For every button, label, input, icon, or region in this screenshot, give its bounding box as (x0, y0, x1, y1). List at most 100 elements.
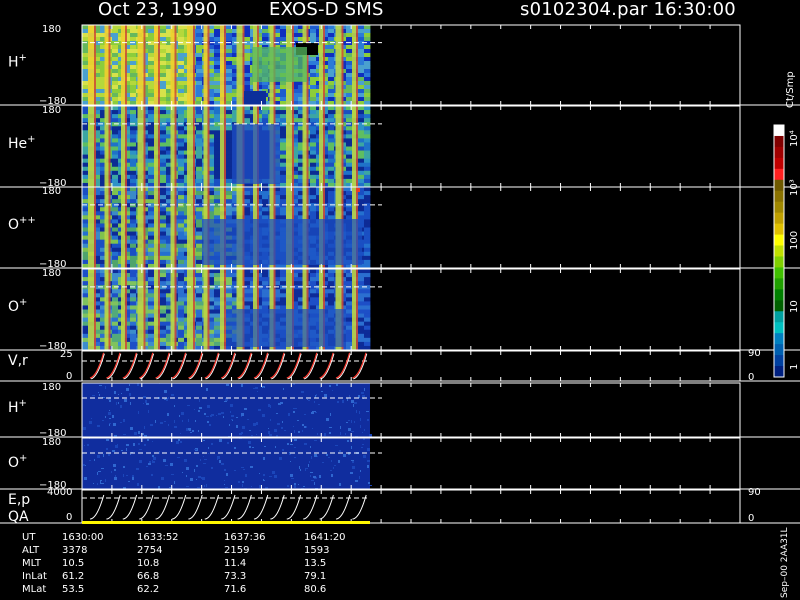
heatmap-cell (310, 29, 317, 34)
mini-cell (245, 474, 247, 477)
heatmap-cell (160, 301, 167, 306)
heatmap-cell (112, 215, 119, 220)
heatmap-cell (112, 223, 119, 228)
heatmap-cell (364, 251, 371, 257)
heatmap-cell (148, 187, 155, 192)
heatmap-cell (262, 269, 269, 274)
heatmap-cell (364, 313, 371, 318)
heatmap-cell (280, 138, 287, 143)
mini-cell (294, 439, 297, 441)
colorbar-segment (774, 366, 784, 378)
heatmap-cell (364, 207, 371, 212)
heatmap-cell (328, 130, 335, 135)
heatmap-cell (244, 29, 251, 34)
heatmap-cell (130, 154, 137, 160)
heatmap-cell (262, 203, 269, 208)
heatmap-cell (130, 251, 137, 257)
mini-cell (159, 451, 160, 454)
mini-cell (112, 450, 115, 452)
mini-cell (186, 486, 189, 487)
heatmap-cell (226, 154, 233, 160)
heatmap-cell (160, 207, 167, 212)
heatmap-cell (262, 195, 269, 200)
heatmap-cell (82, 277, 89, 282)
heatmap-cell (262, 114, 269, 119)
heatmap-cell (244, 211, 251, 216)
heatmap-cell (244, 203, 251, 208)
heatmap-cell (244, 45, 251, 50)
mini-cell (296, 408, 297, 409)
heatmap-cell (364, 29, 371, 34)
heatmap-cell (112, 138, 119, 143)
heatmap-cell (148, 329, 155, 335)
mini-cell (153, 457, 156, 460)
heatmap-cell (214, 293, 221, 298)
heatmap-cell (160, 25, 167, 30)
heatmap-cell (178, 178, 185, 184)
mini-cell (304, 426, 306, 428)
heatmap-cell (364, 195, 371, 200)
heatmap-cell (82, 321, 89, 327)
heatmap-cell (346, 333, 353, 339)
heatmap-cell (244, 187, 251, 192)
heatmap-stripe-edge (143, 187, 146, 268)
heatmap-stripe (319, 25, 323, 105)
heatmap-cell (82, 285, 89, 290)
heatmap-cell (196, 73, 203, 78)
ep-right-bottom: 0 (748, 513, 754, 524)
heatmap-cell (280, 203, 287, 208)
heatmap-cell (280, 37, 287, 42)
heatmap-stripe-edge (174, 187, 177, 268)
heatmap-stripe-edge (193, 269, 195, 350)
mini-cell (364, 429, 365, 431)
heatmap-cell (328, 57, 335, 62)
heatmap-cell (160, 211, 167, 216)
heatmap-cell (364, 305, 371, 310)
heatmap-cell (280, 93, 287, 98)
heatmap-cell (310, 207, 317, 212)
heatmap-cell (112, 77, 119, 82)
heatmap-cell (112, 154, 119, 160)
heatmap-cell (160, 309, 167, 314)
mini-cell (354, 421, 355, 423)
heatmap-cell (358, 138, 365, 143)
mini-cell (340, 432, 341, 435)
heatmap-cell (214, 53, 221, 58)
heatmap-cell (280, 289, 287, 294)
heatmap-cell (244, 118, 251, 123)
mini-cell (304, 414, 306, 415)
heatmap-cell (82, 162, 89, 168)
heatmap-cell (226, 85, 233, 90)
heatmap-cell (364, 301, 371, 306)
heatmap-cell (226, 211, 233, 216)
heatmap-cell (358, 81, 365, 86)
mini-cell (197, 487, 200, 488)
heatmap-cell (214, 321, 221, 327)
heatmap-cell (82, 243, 89, 249)
mini-cell (93, 483, 94, 484)
heatmap-cell (226, 29, 233, 34)
mini-cell (129, 393, 131, 396)
heatmap-cell (112, 219, 119, 224)
mini-cell (199, 399, 200, 402)
panel-label-main: H (8, 400, 19, 416)
heatmap-cell (244, 110, 251, 115)
heatmap-cell (328, 277, 335, 282)
heatmap-cell (310, 77, 317, 82)
heatmap-cell (160, 57, 167, 62)
heatmap-cell (214, 158, 221, 164)
heatmap-cell (148, 211, 155, 216)
mini-cell (224, 480, 225, 481)
heatmap-cell (82, 301, 89, 306)
heatmap-cell (160, 106, 167, 111)
heatmap-stripe (137, 187, 144, 268)
mini-cell (113, 464, 116, 467)
heatmap-cell (196, 93, 203, 98)
heatmap-cell (82, 53, 89, 58)
heatmap-cell (244, 85, 251, 90)
heatmap-cell (112, 317, 119, 323)
heatmap-cell (112, 166, 119, 172)
heatmap-cell (364, 239, 371, 245)
mini-cell (123, 434, 126, 435)
heatmap-cell (148, 309, 155, 314)
